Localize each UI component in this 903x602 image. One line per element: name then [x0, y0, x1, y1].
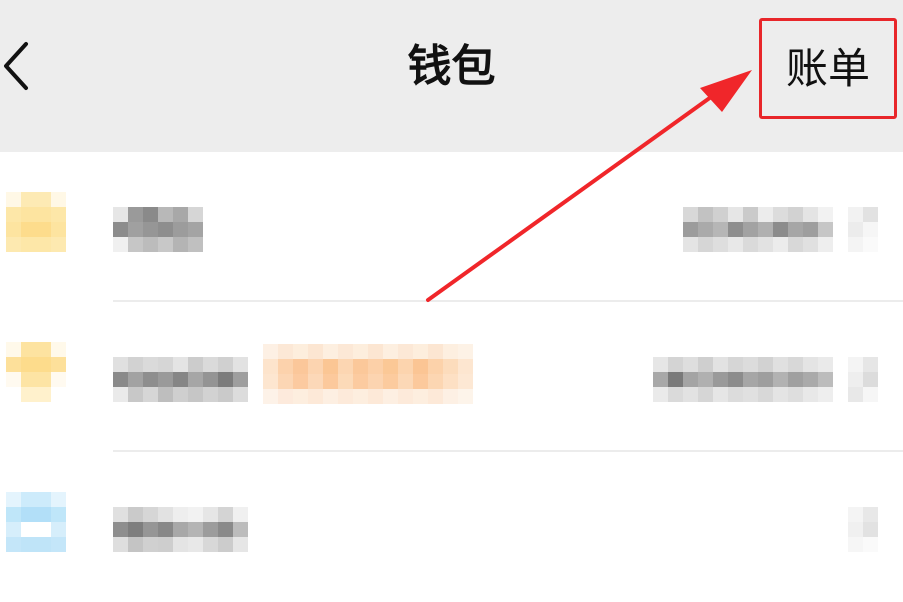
- list-item-title-blurred: [113, 507, 248, 552]
- back-button[interactable]: [0, 30, 60, 100]
- list-item-value-blurred: [653, 357, 833, 402]
- bill-button[interactable]: 账单: [759, 18, 897, 119]
- list-item-icon: [6, 192, 66, 252]
- list-item[interactable]: [0, 452, 903, 602]
- chevron-right-icon: [848, 507, 878, 552]
- list-item-icon: [6, 492, 66, 552]
- list-item-icon: [6, 342, 66, 402]
- list-item-badge-blurred: [263, 344, 473, 404]
- list-item-title-blurred: [113, 207, 203, 252]
- list-item[interactable]: [0, 302, 903, 452]
- wallet-list: [0, 152, 903, 602]
- list-item[interactable]: [0, 152, 903, 302]
- list-item-title-blurred: [113, 357, 248, 402]
- chevron-left-icon: [4, 42, 28, 90]
- chevron-right-icon: [848, 207, 878, 252]
- top-navigation-bar: 钱包 账单: [0, 0, 903, 152]
- list-item-value-blurred: [683, 207, 833, 252]
- chevron-right-icon: [848, 357, 878, 402]
